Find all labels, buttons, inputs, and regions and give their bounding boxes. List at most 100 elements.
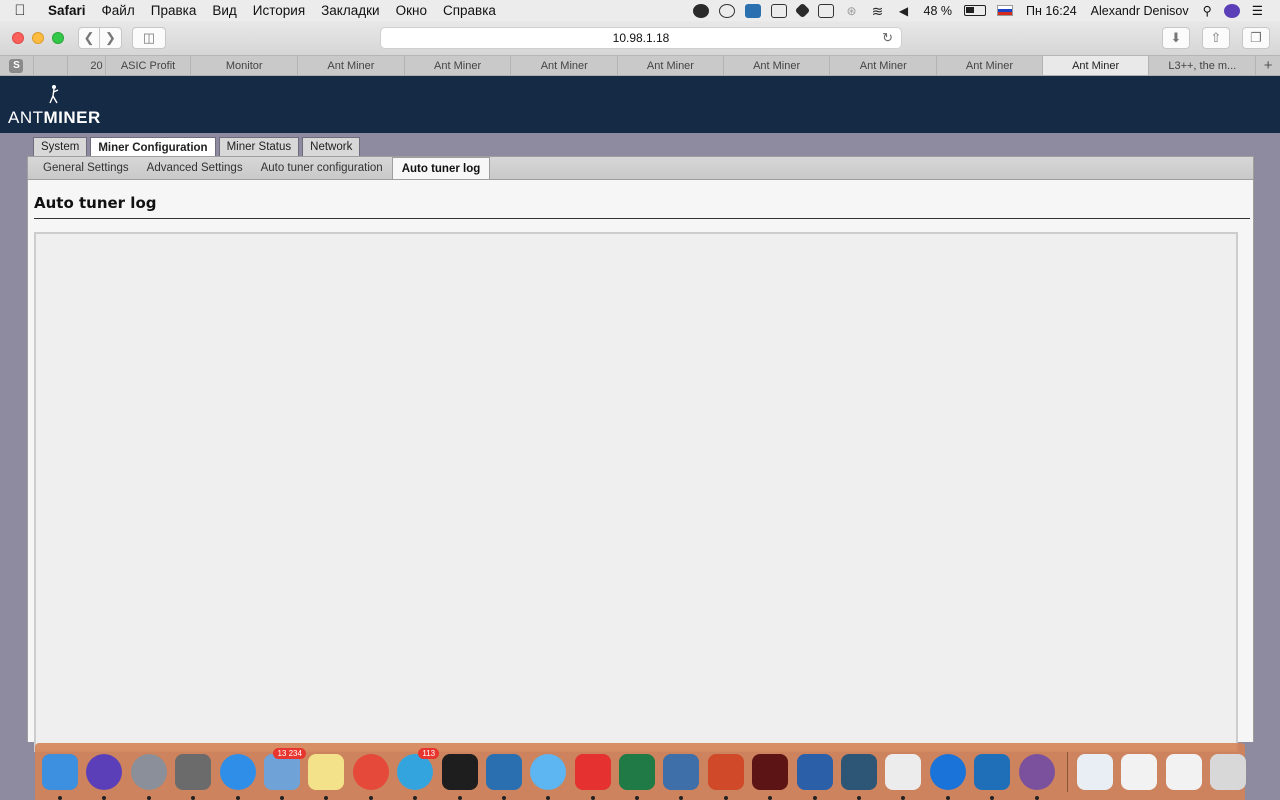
subtab-general-settings[interactable]: General Settings bbox=[34, 157, 138, 179]
notification-center-icon[interactable]: ☰ bbox=[1252, 3, 1263, 18]
browser-tab[interactable]: Ant Miner bbox=[298, 56, 405, 75]
running-indicator bbox=[901, 795, 906, 800]
finder-icon[interactable] bbox=[42, 753, 78, 800]
subtab-auto-tuner-configuration[interactable]: Auto tuner configuration bbox=[252, 157, 392, 179]
plus-icon: + bbox=[1263, 57, 1273, 74]
tab-system[interactable]: System bbox=[33, 137, 88, 156]
input-source-flag-icon[interactable] bbox=[997, 5, 1013, 16]
screenshot-thumbnail-icon[interactable] bbox=[1121, 753, 1158, 790]
bluetooth-icon[interactable]: ⊛ bbox=[844, 4, 860, 18]
antminer-logo[interactable]: ANTMINER bbox=[8, 82, 101, 130]
siri-tray-icon[interactable] bbox=[1223, 3, 1240, 18]
tab-miner-configuration[interactable]: Miner Configuration bbox=[90, 137, 216, 157]
textedit-icon[interactable] bbox=[885, 753, 922, 800]
anydesk-icon[interactable] bbox=[574, 753, 611, 800]
spotlight-icon[interactable]: ⚲ bbox=[1203, 3, 1212, 18]
auto-tuner-log-textarea[interactable] bbox=[34, 232, 1238, 752]
launchpad-icon[interactable] bbox=[130, 753, 167, 800]
acrobat-icon[interactable] bbox=[752, 753, 789, 800]
word-icon[interactable] bbox=[796, 753, 833, 800]
browser-tab[interactable]: 20 bbox=[68, 56, 106, 75]
running-indicator bbox=[146, 795, 151, 800]
subtab-advanced-settings[interactable]: Advanced Settings bbox=[138, 157, 252, 179]
terminal-icon[interactable] bbox=[441, 753, 478, 800]
user-name[interactable]: Alexandr Denisov bbox=[1091, 4, 1189, 18]
menu-view[interactable]: Вид bbox=[204, 3, 244, 18]
teamviewer-icon[interactable] bbox=[929, 753, 966, 800]
reload-icon[interactable]: ↻ bbox=[882, 30, 893, 46]
browser-tab[interactable]: Ant Miner bbox=[618, 56, 724, 75]
main-tabs: System Miner Configuration Miner Status … bbox=[33, 137, 363, 157]
messages-icon[interactable] bbox=[530, 753, 567, 800]
browser-tab[interactable]: Ant Miner bbox=[511, 56, 619, 75]
menu-history[interactable]: История bbox=[245, 3, 313, 18]
main-content: Auto tuner log bbox=[27, 180, 1254, 752]
minimize-window-button[interactable] bbox=[32, 32, 44, 44]
menu-window[interactable]: Окно bbox=[388, 3, 435, 18]
browser-tab[interactable]: Ant Miner bbox=[724, 56, 831, 75]
tab-network[interactable]: Network bbox=[302, 137, 361, 156]
notes-icon[interactable] bbox=[308, 753, 345, 800]
menu-help[interactable]: Справка bbox=[435, 3, 504, 18]
chrome-icon[interactable] bbox=[352, 753, 389, 800]
remote-desktop-icon[interactable] bbox=[485, 753, 522, 800]
siri-icon[interactable] bbox=[86, 753, 123, 800]
wifi-icon[interactable]: ≋ bbox=[870, 4, 886, 18]
forward-button[interactable]: ❯ bbox=[100, 27, 122, 49]
viber-tray-icon[interactable] bbox=[692, 3, 709, 18]
address-bar[interactable]: 10.98.1.18 ↻ bbox=[380, 27, 902, 49]
share-button[interactable]: ⇧ bbox=[1202, 27, 1230, 49]
creative-cloud-tray-icon[interactable] bbox=[718, 3, 735, 18]
back-button[interactable]: ❮ bbox=[78, 27, 100, 49]
document-stack-icon[interactable] bbox=[1076, 753, 1113, 790]
screenshot-thumbnail-icon-2[interactable] bbox=[1165, 753, 1202, 790]
subtab-auto-tuner-log[interactable]: Auto tuner log bbox=[391, 157, 491, 179]
browser-tab[interactable]: Ant Miner bbox=[937, 56, 1043, 75]
browser-tab[interactable]: Ant Miner bbox=[830, 56, 938, 75]
running-indicator bbox=[945, 795, 950, 800]
sidebar-toggle-button[interactable]: ◫ bbox=[132, 27, 166, 49]
pinned-tab-2[interactable] bbox=[34, 56, 68, 75]
anydesk-tray-icon[interactable] bbox=[794, 2, 810, 19]
system-preferences-icon[interactable] bbox=[175, 753, 212, 800]
browser-tab[interactable]: Monitor bbox=[191, 56, 299, 75]
volume-icon[interactable]: ◀ bbox=[896, 4, 912, 18]
logo-wordmark: ANTMINER bbox=[8, 108, 101, 128]
excel-icon[interactable] bbox=[619, 753, 656, 800]
new-tab-button[interactable]: + bbox=[1256, 56, 1280, 75]
pinned-tab[interactable]: S bbox=[0, 56, 34, 75]
site-header: ANTMINER bbox=[0, 76, 1280, 133]
running-indicator bbox=[324, 795, 329, 800]
trash-icon[interactable] bbox=[1210, 753, 1247, 790]
airplay-icon[interactable] bbox=[817, 3, 834, 18]
menu-edit[interactable]: Правка bbox=[143, 3, 205, 18]
mail-icon[interactable]: 13 234 bbox=[263, 747, 306, 800]
app-menu-safari[interactable]: Safari bbox=[40, 3, 94, 18]
downloads-button[interactable]: ⬇ bbox=[1162, 27, 1190, 49]
running-indicator bbox=[457, 795, 462, 800]
safari-icon[interactable] bbox=[219, 753, 256, 800]
clock[interactable]: Пн 16:24 bbox=[1026, 4, 1077, 18]
browser-tab[interactable]: Ant Miner bbox=[405, 56, 512, 75]
apple-menu-icon[interactable]:  bbox=[0, 2, 40, 19]
close-window-button[interactable] bbox=[12, 32, 24, 44]
virtualbox-icon[interactable] bbox=[663, 753, 700, 800]
telegram-icon[interactable]: 113 bbox=[397, 747, 440, 800]
battery-icon[interactable] bbox=[964, 5, 986, 16]
browser-tab[interactable]: ASIC Profit bbox=[106, 56, 192, 75]
browser-tab[interactable]: L3++, the m... bbox=[1149, 56, 1257, 75]
browser-tab-active[interactable]: Ant Miner bbox=[1042, 56, 1150, 75]
trello-icon[interactable] bbox=[974, 753, 1011, 800]
menu-bookmarks[interactable]: Закладки bbox=[313, 3, 387, 18]
menu-file[interactable]: Файл bbox=[94, 3, 143, 18]
tab-miner-status[interactable]: Miner Status bbox=[218, 137, 300, 156]
battery-percent[interactable]: 48 % bbox=[924, 4, 953, 18]
powerpoint-icon[interactable] bbox=[707, 753, 744, 800]
viber-icon[interactable] bbox=[1018, 753, 1055, 800]
running-indicator bbox=[1034, 795, 1039, 800]
fullscreen-window-button[interactable] bbox=[52, 32, 64, 44]
tab-overview-button[interactable]: ❐ bbox=[1242, 27, 1270, 49]
teamviewer-tray-icon[interactable] bbox=[744, 3, 761, 18]
mysql-workbench-icon[interactable] bbox=[841, 753, 878, 800]
vpn-tray-icon[interactable] bbox=[770, 3, 787, 18]
